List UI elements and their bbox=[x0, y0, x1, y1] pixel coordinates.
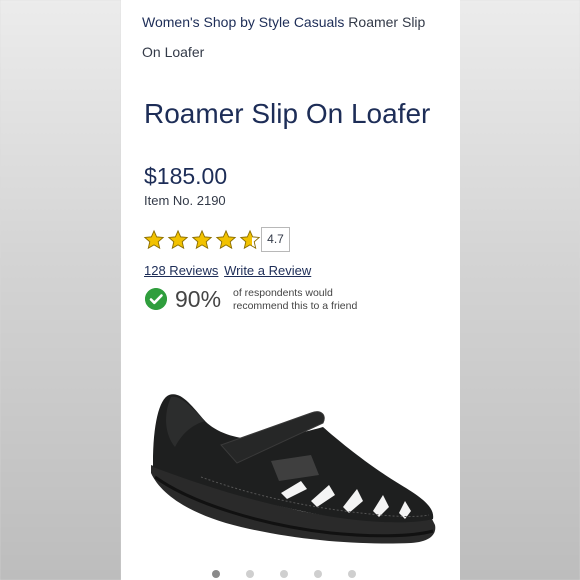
star-icon bbox=[215, 229, 237, 250]
recommend-text: of respondents would recommend this to a… bbox=[233, 287, 358, 312]
blurred-background-left bbox=[0, 0, 121, 580]
blurred-background-right bbox=[459, 0, 580, 580]
carousel-dot[interactable] bbox=[246, 570, 254, 578]
carousel-dot[interactable] bbox=[212, 570, 220, 578]
product-price: $185.00 bbox=[144, 163, 228, 189]
star-rating bbox=[143, 228, 263, 252]
item-number: Item No. 2190 bbox=[144, 193, 226, 208]
star-icon bbox=[191, 229, 213, 250]
rating-value-badge: 4.7 bbox=[261, 227, 290, 252]
checkmark-icon bbox=[145, 288, 167, 310]
recommend-percent: 90% bbox=[175, 286, 222, 312]
breadcrumb: Women's Shop by Style Casuals Roamer Sli… bbox=[142, 7, 442, 67]
carousel-dot[interactable] bbox=[314, 570, 322, 578]
reviews-link[interactable]: 128 Reviews bbox=[144, 263, 218, 278]
carousel-dot[interactable] bbox=[348, 570, 356, 578]
product-card: Women's Shop by Style Casuals Roamer Sli… bbox=[121, 0, 460, 580]
shoe-product-image[interactable] bbox=[151, 385, 441, 555]
carousel-dot[interactable] bbox=[280, 570, 288, 578]
carousel-dots bbox=[212, 570, 382, 578]
write-review-link[interactable]: Write a Review bbox=[224, 263, 311, 278]
half-star-icon bbox=[239, 229, 261, 250]
review-links: 128 Reviews Write a Review bbox=[144, 263, 313, 278]
product-title: Roamer Slip On Loafer bbox=[144, 98, 431, 129]
star-icon bbox=[143, 229, 165, 250]
breadcrumb-link-womens-casuals[interactable]: Women's Shop by Style Casuals bbox=[142, 14, 344, 30]
star-icon bbox=[167, 229, 189, 250]
